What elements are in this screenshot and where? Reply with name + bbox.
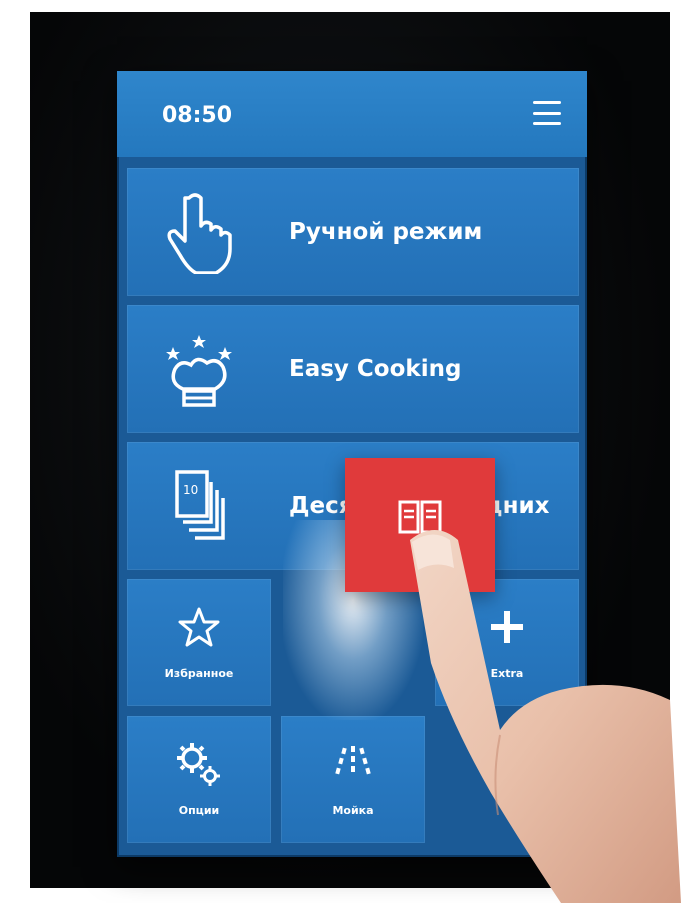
favorites-button[interactable]: Избранное [127, 579, 271, 706]
manual-mode-button[interactable]: Ручной режим [127, 168, 579, 296]
hand-pointer-icon [167, 193, 232, 274]
favorites-label: Избранное [164, 667, 234, 680]
easy-cooking-button[interactable]: Easy Cooking [127, 305, 579, 433]
options-label: Опции [178, 804, 220, 817]
options-button[interactable]: Опции [127, 716, 271, 843]
pointing-finger-photo [410, 530, 681, 903]
stacked-cards-10-icon: 10 [175, 470, 225, 540]
easy-cooking-label: Easy Cooking [289, 356, 462, 382]
chef-hat-stars-icon [166, 335, 232, 407]
clock-time: 08:50 [162, 103, 233, 128]
hamburger-menu-icon[interactable] [533, 101, 561, 125]
top-bar: 08:50 [117, 71, 587, 157]
svg-text:10: 10 [183, 483, 198, 497]
star-outline-icon [178, 607, 220, 647]
gears-icon [177, 743, 220, 786]
manual-mode-label: Ручной режим [289, 219, 483, 245]
